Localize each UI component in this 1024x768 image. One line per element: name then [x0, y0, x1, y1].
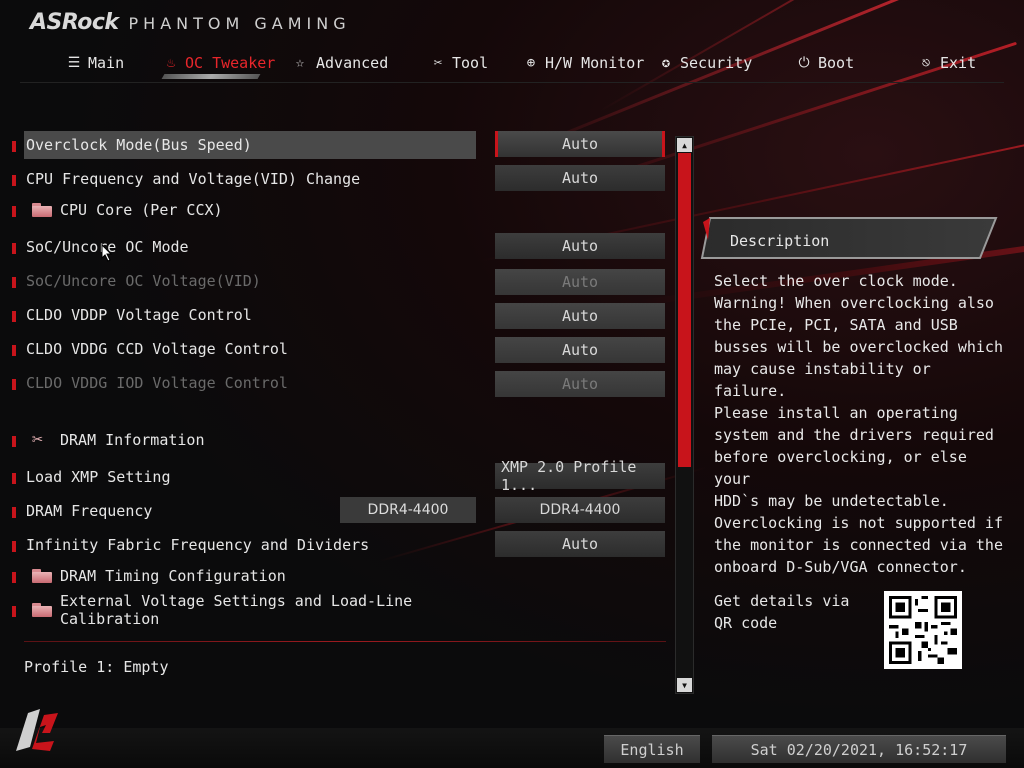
row-marker [12, 175, 16, 186]
flame-icon: ♨ [166, 55, 176, 71]
list-icon: ☰ [67, 55, 81, 71]
row-marker [12, 572, 16, 583]
row-marker [12, 206, 16, 217]
tab-hw-monitor[interactable]: ⊕ H/W Monitor [523, 52, 645, 74]
profile-status: Profile 1: Empty [24, 658, 169, 676]
star-icon: ☆ [295, 55, 305, 71]
dram-frequency-current: DDR4-4400 [340, 497, 476, 523]
menu-item-dram-information[interactable]: ✂ DRAM Information [12, 426, 476, 454]
row-marker [12, 311, 16, 322]
nav-divider [20, 82, 1004, 83]
row-marker [12, 141, 16, 152]
row-marker [12, 277, 16, 288]
scrollbar[interactable]: ▲ ▼ [675, 136, 694, 694]
mouse-cursor-icon [101, 244, 113, 262]
shield-badge-icon: ✪ [661, 55, 671, 71]
tab-main[interactable]: ☰ Main [66, 52, 124, 74]
menu-item-infinity-fabric[interactable]: Infinity Fabric Frequency and Dividers [12, 531, 476, 559]
tab-security[interactable]: ✪ Security [658, 52, 752, 74]
exit-door-icon: ⎋ [921, 55, 931, 71]
language-selector[interactable]: English [604, 735, 700, 763]
menu-item-cpu-core[interactable]: CPU Core (Per CCX) [12, 196, 476, 224]
cldo-vddg-ccd-value[interactable]: Auto [495, 337, 665, 363]
description-title: Description [730, 232, 830, 250]
row-marker [12, 345, 16, 356]
tools-icon: ✂ [32, 429, 43, 450]
qr-code [884, 591, 962, 669]
scroll-down-icon[interactable]: ▼ [677, 678, 692, 692]
tab-tool[interactable]: ✂ Tool [430, 52, 488, 74]
phantom-gaming-label: PHANTOM GAMING [128, 14, 351, 33]
tab-exit[interactable]: ⎋ Exit [918, 52, 976, 74]
row-marker [12, 541, 16, 552]
cldo-vddp-value[interactable]: Auto [495, 303, 665, 329]
menu-item-overclock-mode[interactable]: Overclock Mode(Bus Speed) [12, 131, 476, 159]
folder-icon [32, 603, 52, 617]
top-nav: ☰ Main ♨ OC Tweaker ☆ Advanced ✂ Tool ⊕ H/W M… [0, 48, 1024, 80]
menu-item-external-voltage[interactable]: External Voltage Settings and Load-Line … [12, 592, 476, 628]
cldo-vddg-iod-value: Auto [495, 371, 665, 397]
soc-uncore-oc-voltage-value: Auto [495, 269, 665, 295]
folder-icon [32, 203, 52, 217]
brand: ASRock PHANTOM GAMING [30, 10, 351, 35]
menu-item-cldo-vddg-iod: CLDO VDDG IOD Voltage Control [12, 369, 476, 397]
row-marker [12, 606, 16, 617]
datetime-display: Sat 02/20/2021, 16:52:17 [712, 735, 1006, 763]
qr-caption: Get details via QR code [714, 592, 850, 632]
active-tab-indicator [161, 74, 261, 79]
folder-icon [32, 569, 52, 583]
power-icon: ⏻ [798, 55, 810, 71]
scroll-up-icon[interactable]: ▲ [677, 138, 692, 152]
menu-item-cpu-frequency-vid[interactable]: CPU Frequency and Voltage(VID) Change [12, 165, 476, 193]
tools-icon: ✂ [433, 55, 443, 71]
menu-item-cldo-vddp[interactable]: CLDO VDDP Voltage Control [12, 301, 476, 329]
menu-item-cldo-vddg-ccd[interactable]: CLDO VDDG CCD Voltage Control [12, 335, 476, 363]
dram-frequency-value[interactable]: DDR4-4400 [495, 497, 665, 523]
phantom-gaming-logo-icon [16, 709, 58, 751]
section-divider [24, 641, 666, 642]
description-text: Select the over clock mode. Warning! Whe… [714, 272, 1003, 576]
tab-oc-tweaker[interactable]: ♨ OC Tweaker [163, 52, 276, 74]
soc-uncore-oc-mode-value[interactable]: Auto [495, 233, 665, 259]
crosshair-icon: ⊕ [526, 55, 536, 71]
scrollbar-thumb[interactable] [678, 153, 691, 467]
tab-advanced[interactable]: ☆ Advanced [290, 52, 388, 74]
menu-item-soc-uncore-oc-mode[interactable]: SoC/Uncore OC Mode [12, 233, 476, 261]
asrock-logo: ASRock [30, 10, 119, 35]
row-marker [12, 473, 16, 484]
cpu-frequency-vid-value[interactable]: Auto [495, 165, 665, 191]
load-xmp-value[interactable]: XMP 2.0 Profile 1... [495, 458, 665, 494]
menu-item-dram-timing[interactable]: DRAM Timing Configuration [12, 562, 476, 590]
row-marker [12, 507, 16, 518]
infinity-fabric-value[interactable]: Auto [495, 531, 665, 557]
row-marker [12, 436, 16, 447]
overclock-mode-value[interactable]: Auto [495, 131, 665, 157]
tab-boot[interactable]: ⏻ Boot [796, 52, 854, 74]
row-marker [12, 243, 16, 254]
menu-item-load-xmp[interactable]: Load XMP Setting [12, 463, 476, 491]
menu-item-soc-uncore-oc-voltage: SoC/Uncore OC Voltage(VID) [12, 267, 476, 295]
row-marker [12, 379, 16, 390]
